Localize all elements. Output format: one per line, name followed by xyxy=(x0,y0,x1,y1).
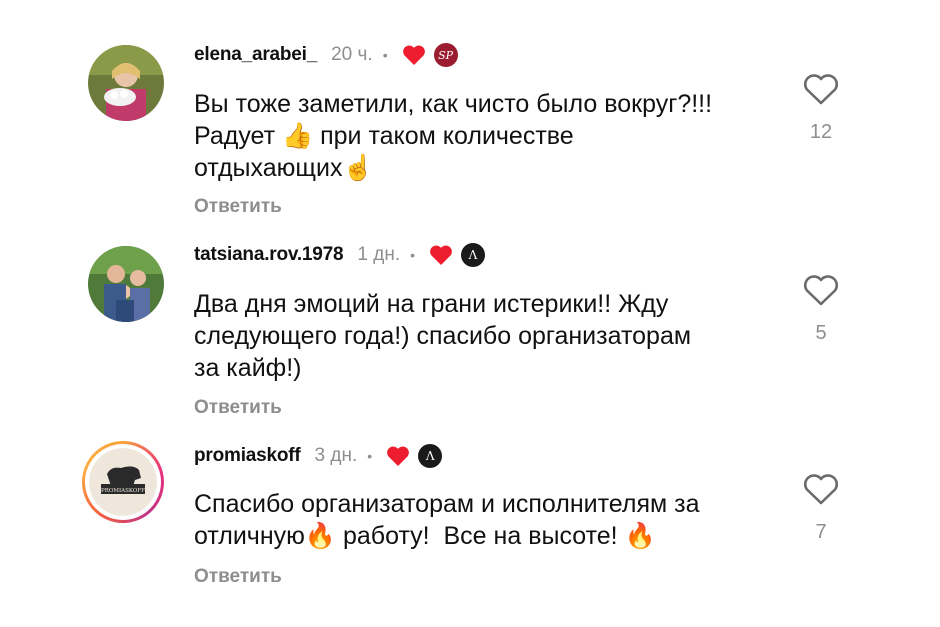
heart-outline-icon[interactable] xyxy=(802,72,840,106)
like-count: 7 xyxy=(815,521,827,543)
heart-filled-icon xyxy=(402,45,425,65)
like-count: 5 xyxy=(815,322,827,344)
avatar[interactable]: PROMIASKOFF xyxy=(82,441,164,523)
author-avatar-badge: Λ xyxy=(461,243,486,267)
heart-filled-icon xyxy=(387,446,410,466)
username[interactable]: tatsiana.rov.1978 xyxy=(194,244,344,266)
like-control: 7 xyxy=(800,472,842,544)
username[interactable]: promiaskoff xyxy=(194,445,301,467)
heart-outline-icon[interactable] xyxy=(802,472,840,506)
timestamp: 1 дн. xyxy=(357,244,401,265)
heart-filled-icon xyxy=(430,245,452,265)
comment-meta: elena_arabei_ 20 ч. • SP xyxy=(194,40,458,70)
username[interactable]: elena_arabei_ xyxy=(194,44,317,66)
like-control: 12 xyxy=(800,72,842,144)
separator-dot: • xyxy=(367,448,373,464)
timestamp: 3 дн. xyxy=(314,445,358,466)
comment-meta: tatsiana.rov.1978 1 дн. • Λ xyxy=(194,240,486,270)
author-avatar-badge: SP xyxy=(433,43,458,67)
heart-outline-icon[interactable] xyxy=(802,273,840,307)
separator-dot: • xyxy=(382,47,388,63)
timestamp: 20 ч. xyxy=(331,44,373,65)
like-control: 5 xyxy=(800,273,842,345)
reply-button[interactable]: Ответить xyxy=(194,196,282,218)
comment-text: Спасибо организаторам и исполнителям за … xyxy=(194,490,700,550)
avatar[interactable] xyxy=(88,45,164,121)
comment-text: Вы тоже заметили, как чисто было вокруг?… xyxy=(194,90,713,182)
comment-meta: promiaskoff 3 дн. • Λ xyxy=(194,441,443,471)
like-count: 12 xyxy=(809,121,833,143)
avatar-inner: PROMIASKOFF xyxy=(85,444,161,520)
avatar[interactable] xyxy=(88,246,164,322)
reply-button[interactable]: Ответить xyxy=(194,566,282,588)
author-avatar-badge: Λ xyxy=(418,444,443,468)
comment-text: Два дня эмоций на грани истерики!! Жду с… xyxy=(194,290,692,382)
separator-dot: • xyxy=(410,247,416,263)
avatar-logo-text: PROMIASKOFF xyxy=(101,488,145,494)
reply-button[interactable]: Ответить xyxy=(194,397,282,419)
